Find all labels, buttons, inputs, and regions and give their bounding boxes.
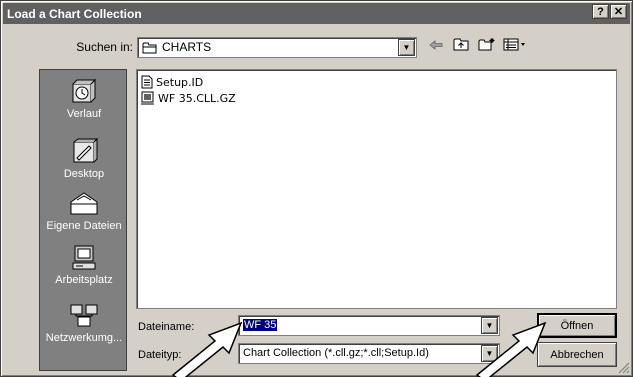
up-folder-icon[interactable] (453, 37, 469, 57)
window-title: Load a Chart Collection (7, 6, 142, 21)
back-arrow-icon[interactable] (429, 37, 443, 57)
chevron-down-icon[interactable]: ▼ (398, 39, 415, 56)
list-item[interactable]: WF 35.CLL.GZ (141, 90, 236, 106)
file-list[interactable]: Setup.ID WF 35.CLL.GZ (136, 69, 617, 309)
lookin-label: Suchen in: (76, 40, 133, 54)
place-my-documents[interactable]: Eigene Dateien (40, 190, 128, 232)
cancel-button-label: Abbrechen (550, 348, 604, 361)
place-network[interactable]: Netzwerkumg... (40, 302, 128, 344)
close-button[interactable]: ✕ (610, 4, 627, 19)
annotation-arrow-icon (171, 321, 243, 377)
filetype-value: Chart Collection (*.cll.gz;*.cll;Setup.I… (243, 347, 429, 359)
help-icon: ? (597, 5, 604, 18)
text-file-icon (141, 75, 153, 89)
place-label: Arbeitsplatz (55, 274, 113, 286)
filename-input[interactable]: WF 35 ▼ (238, 315, 500, 336)
place-desktop[interactable]: Desktop (40, 138, 128, 180)
places-bar: Verlauf Desktop Eigene Dateien Arbeitspl… (39, 69, 127, 371)
place-label: Verlauf (66, 108, 102, 120)
title-bar[interactable]: Load a Chart Collection (3, 3, 630, 24)
file-name: Setup.ID (156, 75, 204, 89)
my-computer-icon (72, 245, 96, 270)
desktop-icon (73, 138, 99, 163)
place-my-computer[interactable]: Arbeitsplatz (40, 244, 128, 286)
help-button[interactable]: ? (592, 4, 609, 19)
resize-grip-icon[interactable] (618, 362, 630, 374)
view-menu-icon[interactable] (503, 37, 527, 57)
open-button-label: Öffnen (560, 319, 594, 332)
place-history[interactable]: Verlauf (40, 78, 128, 120)
place-label: Eigene Dateien (46, 220, 122, 232)
list-item[interactable]: Setup.ID (141, 74, 203, 90)
close-icon: ✕ (613, 6, 624, 18)
lookin-value: CHARTS (162, 40, 212, 54)
place-label: Desktop (63, 168, 105, 180)
network-icon (70, 304, 98, 327)
folder-icon (142, 42, 157, 54)
history-icon (72, 78, 97, 103)
annotation-arrow-icon (475, 321, 547, 377)
place-label: Netzwerkumg... (45, 332, 123, 344)
file-name: WF 35.CLL.GZ (158, 91, 236, 105)
chart-file-icon (141, 91, 154, 105)
my-documents-icon (70, 192, 98, 215)
lookin-combo[interactable]: CHARTS ▼ (137, 37, 417, 58)
filetype-select[interactable]: Chart Collection (*.cll.gz;*.cll;Setup.I… (238, 343, 500, 364)
load-chart-dialog: Load a Chart Collection ? ✕ Suchen in: C… (0, 0, 633, 377)
new-folder-icon[interactable] (478, 37, 496, 57)
